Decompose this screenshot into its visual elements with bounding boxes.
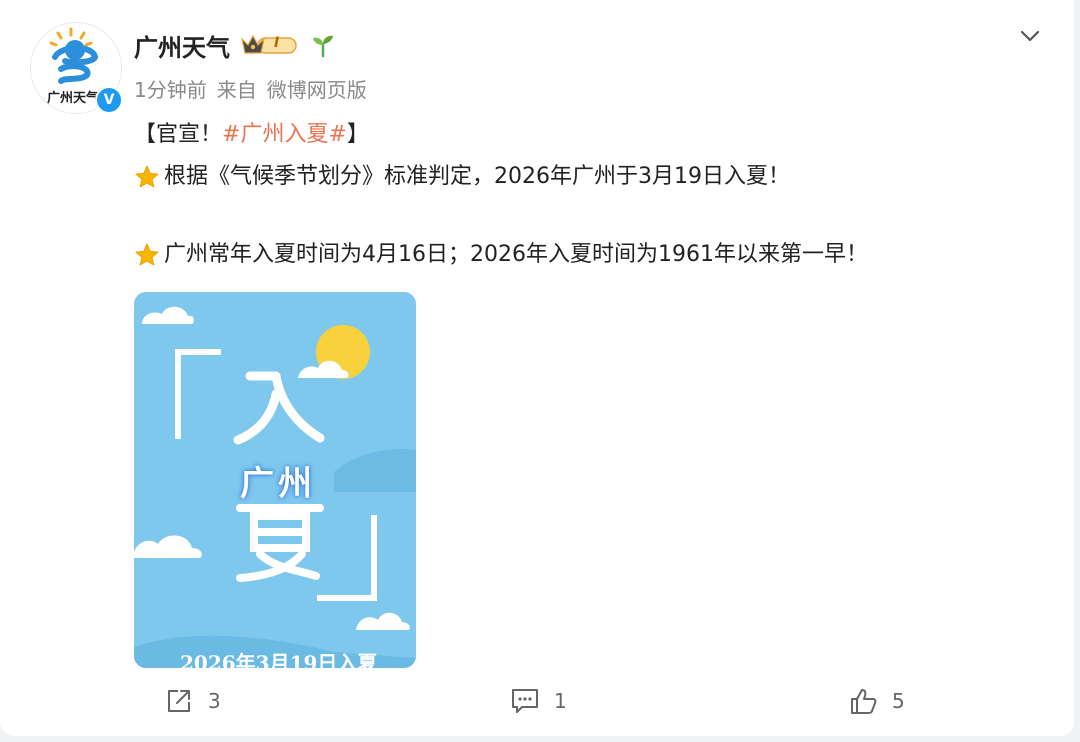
like-icon <box>851 689 877 714</box>
share-count: 3 <box>208 689 221 713</box>
star-icon <box>135 165 159 188</box>
member-level: I <box>274 35 280 51</box>
source-prefix: 来自 <box>216 78 257 102</box>
sprout-icon[interactable] <box>310 32 336 58</box>
post-source: 微博网页版 <box>266 78 367 102</box>
comment-button[interactable]: 1 <box>510 686 567 716</box>
share-button[interactable]: 3 <box>164 686 221 716</box>
chevron-down-icon[interactable] <box>1018 24 1042 48</box>
text-line1-prefix: 【官宣！ <box>134 122 223 147</box>
account-name[interactable]: 广州天气 <box>134 28 230 63</box>
post-image[interactable]: 广州 2026年3月19日入夏 <box>134 292 416 668</box>
text-line3: 广州常年入夏时间为4月16日；2026年入夏时间为1961年以来第一早！ <box>164 242 868 267</box>
poster-date: 2026年3月19日入夏 <box>180 651 378 668</box>
poster-city: 广州 <box>240 464 316 504</box>
weibo-post-card: 广州天气 V 广州天气 I 1分钟前 来自 微博网页版 【官宣！ #广州入夏# <box>0 0 1074 736</box>
action-bar: 3 1 5 <box>0 686 1074 720</box>
member-badge[interactable]: I <box>240 33 298 57</box>
text-line1-suffix: 】 <box>346 122 369 147</box>
topic-link[interactable]: #广州入夏# <box>222 118 347 152</box>
comment-icon <box>512 689 538 713</box>
comment-count: 1 <box>554 689 567 713</box>
text-line2: 根据《气候季节划分》标准判定，2026年广州于3月19日入夏！ <box>164 164 790 189</box>
post-time[interactable]: 1分钟前 <box>134 74 207 103</box>
like-button[interactable]: 5 <box>848 686 905 716</box>
verified-icon: V <box>95 86 123 114</box>
crown-icon <box>240 34 297 54</box>
like-count: 5 <box>892 689 905 713</box>
share-icon <box>168 690 190 712</box>
star-icon <box>135 243 159 266</box>
avatar-label: 广州天气 <box>47 91 100 106</box>
